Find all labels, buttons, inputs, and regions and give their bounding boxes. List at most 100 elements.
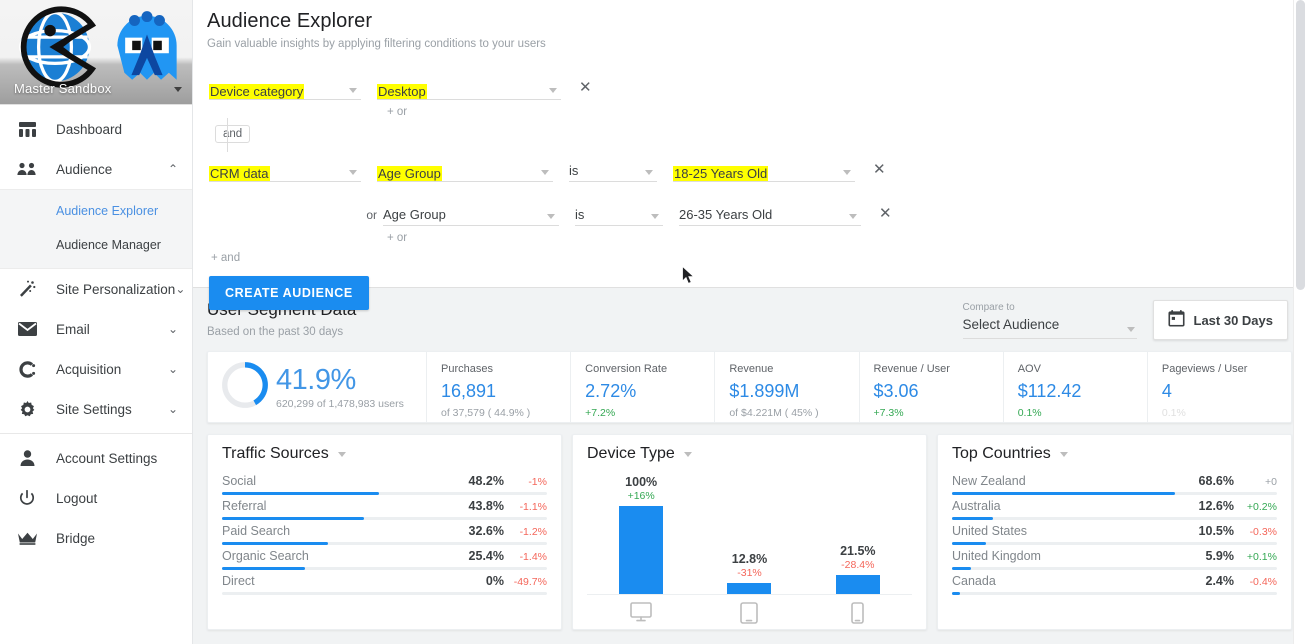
bar: [727, 583, 772, 594]
insight-cards: Traffic Sources Social 48.2% -1% Referra…: [207, 434, 1292, 630]
chevron-down-icon: [843, 170, 851, 175]
sidebar-item-logout[interactable]: Logout: [0, 478, 192, 518]
chevron-down-icon: [1126, 326, 1135, 332]
sidebar-item-audience[interactable]: Audience ⌃: [0, 149, 192, 189]
chevron-down-icon: [651, 214, 659, 219]
sidebar: Master Sandbox Dashboard Audience ⌃ Audi…: [0, 0, 193, 644]
bar-delta-label: -31%: [737, 567, 762, 579]
page-scrollbar[interactable]: [1293, 0, 1306, 644]
add-and-condition[interactable]: + and: [211, 252, 1288, 264]
ghost-mascot-icon: [117, 11, 177, 80]
sidebar-item-acquisition[interactable]: Acquisition ⌄: [0, 349, 192, 389]
row-label: Social: [222, 474, 257, 488]
row-label: New Zealand: [952, 474, 1026, 488]
filter-source-select-2[interactable]: CRM data: [209, 156, 361, 182]
sidebar-item-audience-manager[interactable]: Audience Manager: [0, 228, 192, 262]
filter-builder: Device category Desktop ✕ + or and CRM d…: [207, 70, 1288, 310]
row-bar-fill: [952, 592, 960, 595]
kpi-label: Revenue / User: [873, 363, 950, 375]
sidebar-divider: [0, 433, 192, 434]
donut-subtext: 620,299 of 1,478,983 users: [276, 397, 404, 410]
filter-value-select-2[interactable]: 18-25 Years Old: [673, 156, 855, 182]
kpi-revenue: Revenue $1.899M of $4.221M ( 45% ): [714, 352, 858, 422]
kpi-value: $112.42: [1017, 381, 1082, 401]
bar-group-desktop: 100% +16%: [587, 470, 695, 594]
kpi-value: 16,891: [441, 381, 497, 401]
list-item: Organic Search 25.4% -1.4%: [222, 545, 547, 570]
brand-header[interactable]: Master Sandbox: [0, 0, 192, 105]
filter-value-select-1[interactable]: Desktop: [377, 74, 561, 100]
row-delta: -0.3%: [1249, 526, 1277, 538]
bar: [619, 506, 664, 594]
row-delta: -49.7%: [513, 576, 547, 588]
kpi-label: Purchases: [441, 363, 493, 375]
compare-audience-select[interactable]: Select Audience: [962, 316, 1137, 339]
pacman-globe-logo-icon: [18, 6, 96, 88]
remove-filter-button-3[interactable]: ✕: [877, 206, 894, 226]
card-header: Device Type: [587, 445, 912, 463]
sidebar-item-site-settings[interactable]: Site Settings ⌄: [0, 389, 192, 429]
kpi-purchases: Purchases 16,891 of 37,579 ( 44.9% ): [426, 352, 570, 422]
chevron-up-icon: ⌃: [167, 162, 178, 176]
row-delta: -1.1%: [519, 501, 547, 513]
mouse-cursor-icon: [682, 265, 695, 290]
filter-attribute-value: Age Group: [377, 166, 442, 181]
filter-attribute-select-2[interactable]: Age Group: [377, 156, 553, 182]
filter-attribute-value: Age Group: [383, 207, 446, 222]
sidebar-item-email[interactable]: Email ⌄: [0, 309, 192, 349]
row-delta: -1.2%: [519, 526, 547, 538]
list-item: Canada 2.4% -0.4%: [952, 570, 1277, 595]
top-countries-card: Top Countries New Zealand 68.6% +0 Austr…: [937, 434, 1292, 630]
traffic-sources-list: Social 48.2% -1% Referral 43.8% -1.1% Pa…: [222, 470, 547, 595]
row-bar-track: [952, 592, 1277, 595]
sidebar-item-label: Bridge: [56, 530, 96, 546]
remove-filter-button-2[interactable]: ✕: [871, 162, 888, 182]
sidebar-nav: Dashboard Audience ⌃ Audience Explorer A…: [0, 105, 192, 558]
create-audience-button[interactable]: CREATE AUDIENCE: [209, 276, 369, 310]
chevron-down-icon: [849, 214, 857, 219]
filter-operator-select-3[interactable]: is: [575, 200, 663, 226]
row-delta: -1.4%: [519, 551, 547, 563]
chevron-down-icon[interactable]: [1059, 451, 1068, 457]
user-segment-section: User Segment Data Based on the past 30 d…: [193, 288, 1306, 630]
chevron-down-icon[interactable]: [683, 451, 692, 457]
sidebar-item-account-settings[interactable]: Account Settings: [0, 438, 192, 478]
add-or-condition-2[interactable]: + or: [387, 232, 1288, 244]
kpi-delta: of 37,579 ( 44.9% ): [441, 407, 531, 419]
filter-operator-select-2[interactable]: is: [569, 156, 657, 182]
chevron-down-icon[interactable]: [337, 451, 346, 457]
remove-filter-button-1[interactable]: ✕: [577, 80, 594, 100]
chevron-down-icon: [549, 88, 557, 93]
sidebar-item-audience-explorer[interactable]: Audience Explorer: [0, 194, 192, 228]
sidebar-item-bridge[interactable]: Bridge: [0, 518, 192, 558]
row-value: 0%: [485, 574, 504, 588]
card-title: Top Countries: [952, 445, 1051, 462]
filter-attribute-select-3[interactable]: Age Group: [383, 200, 559, 226]
device-chart-plot: 100% +16% 12.8% -31% 21.5% -28.4%: [587, 470, 912, 594]
and-chip-label[interactable]: and: [215, 125, 251, 143]
caret-down-icon[interactable]: [174, 87, 182, 92]
row-label: Referral: [222, 499, 267, 513]
sidebar-item-label: Account Settings: [56, 450, 158, 466]
bar-delta-label: +16%: [627, 490, 655, 502]
filter-source-value: CRM data: [209, 166, 270, 181]
sidebar-item-dashboard[interactable]: Dashboard: [0, 109, 192, 149]
sidebar-item-site-personalization[interactable]: Site Personalization ⌄: [0, 269, 192, 309]
kpi-label: Pageviews / User: [1161, 363, 1248, 375]
row-bar-track: [222, 592, 547, 595]
crown-icon: [16, 528, 38, 548]
filter-source-select-1[interactable]: Device category: [209, 74, 361, 100]
filter-value-select-3[interactable]: 26-35 Years Old: [679, 200, 861, 226]
list-item: Referral 43.8% -1.1%: [222, 495, 547, 520]
add-or-condition-1[interactable]: + or: [387, 106, 1288, 118]
kpi-value: 2.72%: [585, 381, 637, 401]
scrollbar-thumb[interactable]: [1296, 0, 1305, 290]
page-subtitle: Gain valuable insights by applying filte…: [207, 38, 546, 50]
donut-percent: 41.9%: [276, 363, 356, 396]
row-label: United Kingdom: [952, 549, 1041, 563]
kpi-label: Conversion Rate: [585, 363, 668, 375]
and-connector-line: [227, 118, 228, 152]
row-value: 10.5%: [1198, 524, 1234, 538]
sidebar-item-label: Acquisition: [56, 361, 122, 377]
chevron-down-icon: [645, 170, 653, 175]
